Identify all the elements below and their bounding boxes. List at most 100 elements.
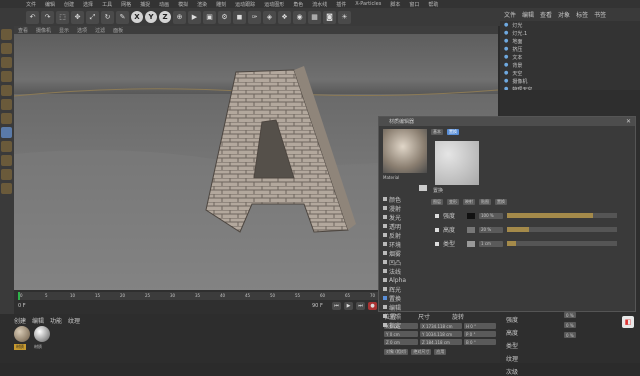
menu-item[interactable]: 捕捉 — [140, 1, 150, 8]
menu-item[interactable]: 工具 — [102, 1, 112, 8]
menu-item[interactable]: 动画 — [159, 1, 169, 8]
attr-value-field[interactable]: 0 % — [564, 332, 576, 338]
coord-field[interactable]: H 0 ° — [464, 323, 496, 329]
color-swatch[interactable] — [467, 212, 475, 219]
menu-item[interactable]: 选择 — [83, 1, 93, 8]
subdivision-icon[interactable]: ◈ — [263, 10, 276, 24]
mode-option[interactable]: 变形 — [447, 199, 459, 205]
menu-item[interactable]: 雕刻 — [216, 1, 226, 8]
camera-icon[interactable]: ◙ — [323, 10, 336, 24]
rotate-tool-button[interactable]: ↻ — [101, 10, 114, 24]
object-row[interactable]: ● 文本 — [500, 53, 640, 61]
param-value[interactable]: 1 cm — [479, 240, 503, 247]
current-frame-field[interactable]: 0 F — [18, 303, 26, 309]
coord-mode-select[interactable]: 对象 (相对) — [384, 349, 409, 355]
menu-item[interactable]: X-Particles — [355, 1, 381, 7]
menu-item[interactable]: 渲染 — [197, 1, 207, 8]
move-tool-button[interactable]: ✥ — [71, 10, 84, 24]
tab-displacement[interactable]: 置换 — [447, 129, 459, 135]
polygons-mode-icon[interactable] — [1, 113, 12, 124]
obj-menu-edit[interactable]: 编辑 — [522, 10, 534, 19]
obj-menu-file[interactable]: 文件 — [504, 10, 516, 19]
menu-item[interactable]: 文件 — [26, 1, 36, 8]
render-settings-button[interactable]: ⚙ — [218, 10, 231, 24]
viewport-menu-item[interactable]: 摄像机 — [36, 27, 51, 34]
channel-luminance[interactable]: 发光 — [383, 213, 429, 222]
object-row[interactable]: ● 灯光 — [500, 21, 640, 29]
cube-icon[interactable]: ◼ — [233, 10, 246, 24]
menu-item[interactable]: 网格 — [121, 1, 131, 8]
material-thumbnail-2[interactable] — [34, 326, 50, 342]
param-value[interactable]: 100 % — [479, 212, 503, 219]
lock-icon[interactable] — [1, 169, 12, 180]
playhead[interactable] — [18, 292, 20, 300]
channel-editor[interactable]: 编辑 — [383, 303, 429, 312]
z-axis-toggle[interactable]: Z — [159, 11, 171, 23]
material-name-1[interactable]: 材质 — [14, 344, 26, 350]
obj-menu-tag[interactable]: 标签 — [576, 10, 588, 19]
object-row[interactable]: ● 灯光.1 — [500, 29, 640, 37]
mode-option[interactable]: 贴图 — [479, 199, 491, 205]
expand-icon[interactable] — [419, 185, 427, 191]
object-row[interactable]: ● 挤压 — [500, 45, 640, 53]
redo-button[interactable]: ↷ — [41, 10, 54, 24]
object-row[interactable]: ● 摄像机 — [500, 77, 640, 85]
make-editable-icon[interactable] — [1, 29, 12, 40]
model-mode-icon[interactable] — [1, 43, 12, 54]
render-picture-viewer-button[interactable]: ▣ — [203, 10, 216, 24]
menu-item[interactable]: 插件 — [336, 1, 346, 8]
channel-environment[interactable]: 环境 — [383, 240, 429, 249]
viewport-menu-item[interactable]: 面板 — [113, 27, 123, 34]
channel-bump[interactable]: 凹凸 — [383, 258, 429, 267]
y-axis-toggle[interactable]: Y — [145, 11, 157, 23]
obj-menu-bookmark[interactable]: 书签 — [594, 10, 606, 19]
channel-normal[interactable]: 法线 — [383, 267, 429, 276]
param-slider[interactable] — [507, 241, 617, 246]
channel-displacement[interactable]: 置换 — [383, 294, 429, 303]
play-icon[interactable]: ▶ — [344, 302, 353, 310]
channel-color[interactable]: 颜色 — [383, 195, 429, 204]
grid-icon[interactable] — [1, 183, 12, 194]
channel-illumination[interactable]: 光照 — [383, 312, 429, 321]
menu-item[interactable]: 模拟 — [178, 1, 188, 8]
material-menu-edit[interactable]: 编辑 — [32, 316, 44, 325]
material-menu-texture[interactable]: 纹理 — [68, 316, 80, 325]
points-mode-icon[interactable] — [1, 85, 12, 96]
channel-reflectance[interactable]: 反射 — [383, 231, 429, 240]
obj-menu-view[interactable]: 查看 — [540, 10, 552, 19]
material-editor-window[interactable]: 材质编辑器 ✕ Material 基本 置换 颜色 漫射 发光 透明 反射 环境… — [378, 116, 636, 330]
record-icon[interactable]: ● — [368, 302, 377, 310]
coord-field[interactable]: Z 0 cm — [384, 339, 418, 345]
viewport-menu-item[interactable]: 显示 — [59, 27, 69, 34]
channel-fog[interactable]: 烟雾 — [383, 249, 429, 258]
snap-icon[interactable] — [1, 141, 12, 152]
coord-field[interactable]: Y 0 cm — [384, 331, 418, 337]
material-thumbnail-1[interactable] — [14, 326, 30, 342]
mode-option[interactable]: 映射 — [463, 199, 475, 205]
spline-pen-icon[interactable]: ✑ — [248, 10, 261, 24]
menu-item[interactable]: 运动图形 — [264, 1, 284, 8]
coord-field[interactable]: P 0 ° — [464, 331, 496, 337]
coord-apply-button[interactable]: 应用 — [434, 349, 447, 355]
checkbox-icon[interactable] — [435, 227, 439, 232]
color-swatch[interactable] — [467, 240, 475, 247]
checkbox-icon[interactable] — [435, 213, 439, 218]
menu-item[interactable]: 窗口 — [409, 1, 419, 8]
material-menu-create[interactable]: 创建 — [14, 316, 26, 325]
material-name-2[interactable]: 材质 — [34, 344, 42, 350]
object-row[interactable]: ● 天空 — [500, 69, 640, 77]
checkbox-icon[interactable] — [435, 241, 439, 246]
object-row[interactable]: ● 背景 — [500, 61, 640, 69]
menu-item[interactable]: 创建 — [64, 1, 74, 8]
x-axis-toggle[interactable]: X — [131, 11, 143, 23]
mode-option[interactable]: 图层 — [431, 199, 443, 205]
texture-preview[interactable] — [435, 141, 479, 185]
select-tool-button[interactable]: ⬚ — [56, 10, 69, 24]
coord-field[interactable]: B 0 ° — [464, 339, 496, 345]
menu-item[interactable]: 编辑 — [45, 1, 55, 8]
param-slider[interactable] — [507, 213, 617, 218]
last-tool-button[interactable]: ✎ — [116, 10, 129, 24]
object-row[interactable]: ● 地面 — [500, 37, 640, 45]
param-value[interactable]: 20 % — [479, 226, 503, 233]
coord-size-select[interactable]: 绝对尺寸 — [411, 349, 432, 355]
